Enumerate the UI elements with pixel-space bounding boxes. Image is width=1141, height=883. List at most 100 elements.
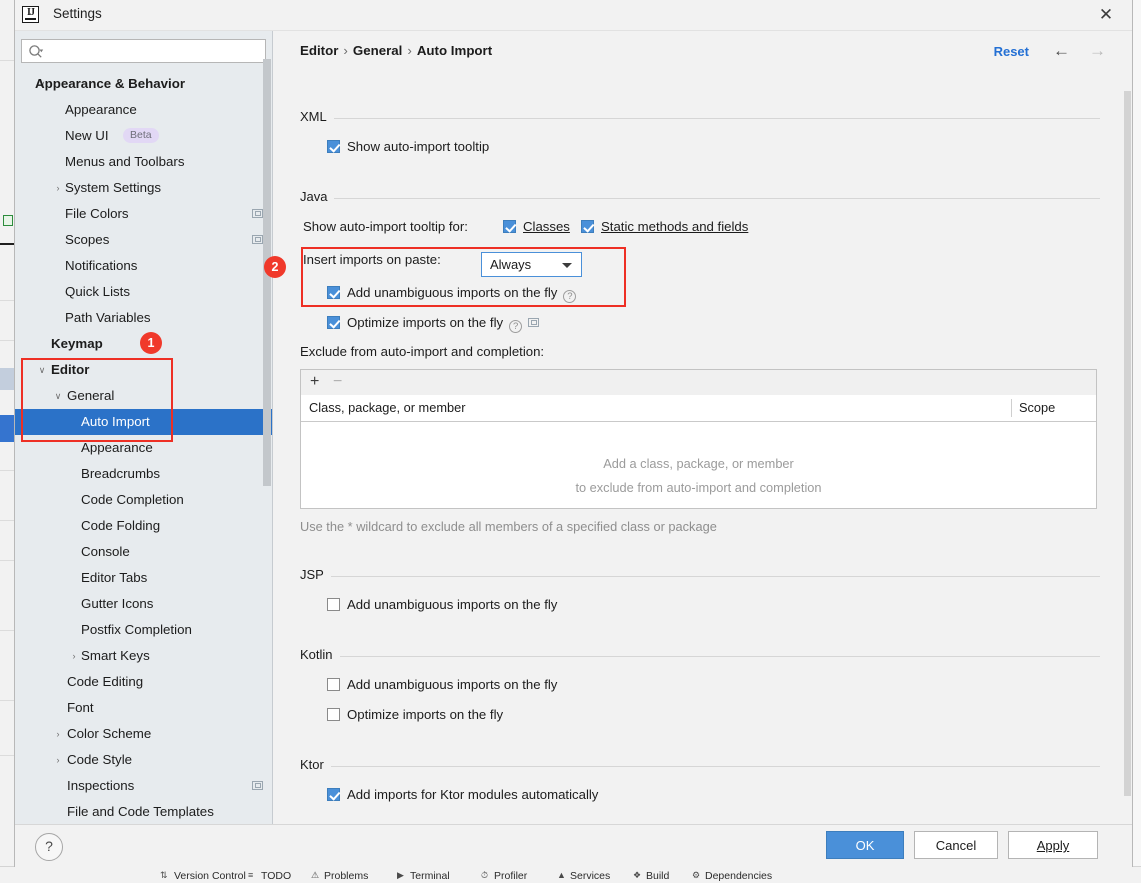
cancel-button[interactable]: Cancel: [914, 831, 998, 859]
checkbox-box[interactable]: [327, 598, 340, 611]
checkbox-ktor-add-imports[interactable]: Add imports for Ktor modules automatical…: [327, 787, 598, 802]
breadcrumb-separator: ›: [407, 43, 412, 58]
checkbox-kotlin-optimize[interactable]: Optimize imports on the fly: [327, 707, 503, 722]
ide-bottom-toolbar[interactable]: ⇅ Version Control ≡ TODO ⚠ Problems ▶ Te…: [0, 866, 1141, 883]
insert-imports-select[interactable]: Always: [481, 252, 582, 277]
content-scrollbar-thumb[interactable]: [1124, 91, 1131, 796]
sidebar-item-smart-keys[interactable]: › Smart Keys: [15, 643, 272, 669]
sidebar-item-label: Editor: [51, 362, 90, 377]
checkbox-box[interactable]: [327, 708, 340, 721]
ide-toolbar-item: Terminal: [410, 870, 450, 882]
settings-sync-icon[interactable]: [252, 209, 263, 218]
settings-tree[interactable]: ∨ Appearance & Behavior Appearance New UI Be…: [15, 71, 272, 824]
sidebar-item-label: Postfix Completion: [81, 622, 192, 637]
sidebar-item-code-folding[interactable]: Code Folding: [15, 513, 272, 539]
sidebar-item-editor-tabs[interactable]: Editor Tabs: [15, 565, 272, 591]
sidebar-item-color-scheme[interactable]: › Color Scheme: [15, 721, 272, 747]
chevron-right-icon[interactable]: ›: [51, 721, 65, 747]
ide-toolbar-item: Problems: [324, 870, 369, 882]
sidebar-item-appearance[interactable]: Appearance: [15, 435, 272, 461]
add-button[interactable]: +: [310, 373, 319, 391]
ok-button[interactable]: OK: [826, 831, 904, 859]
checkbox-java-static-methods[interactable]: Static methods and fields: [581, 219, 748, 234]
checkbox-kotlin-add-unambiguous[interactable]: Add unambiguous imports on the fly: [327, 677, 557, 692]
checkbox-jsp-add-unambiguous[interactable]: Add unambiguous imports on the fly: [327, 597, 557, 612]
exclude-table[interactable]: + − Class, package, or member Scope Add …: [300, 369, 1097, 509]
exclude-table-toolbar: + −: [301, 370, 1096, 396]
reset-link[interactable]: Reset: [994, 44, 1029, 59]
section-title-ktor: Ktor: [300, 757, 331, 772]
back-arrow-icon[interactable]: ←: [1053, 41, 1070, 61]
sidebar-item-code-editing[interactable]: Code Editing: [15, 669, 272, 695]
checkbox-java-optimize[interactable]: Optimize imports on the fly?: [327, 315, 540, 333]
sidebar-item-breadcrumbs[interactable]: Breadcrumbs: [15, 461, 272, 487]
settings-sync-icon[interactable]: [528, 318, 540, 327]
help-icon[interactable]: ?: [563, 290, 577, 303]
apply-button[interactable]: Apply: [1008, 831, 1098, 859]
help-button[interactable]: ?: [35, 833, 63, 861]
sidebar-item-new-ui[interactable]: New UI Beta: [15, 123, 272, 149]
checkbox-java-classes[interactable]: Classes: [503, 219, 570, 234]
settings-sync-icon[interactable]: [252, 235, 263, 244]
sidebar-item-label: Smart Keys: [81, 648, 150, 663]
checkbox-label: Add unambiguous imports on the fly: [347, 597, 558, 612]
sidebar-item-notifications[interactable]: Notifications: [15, 253, 272, 279]
settings-sync-icon[interactable]: [252, 781, 263, 790]
close-icon[interactable]: ✕: [1086, 0, 1126, 29]
sidebar-item-code-style[interactable]: › Code Style: [15, 747, 272, 773]
annotation-badge-1: 1: [140, 332, 162, 354]
sidebar-item-gutter-icons[interactable]: Gutter Icons: [15, 591, 272, 617]
sidebar-item-font[interactable]: Font: [15, 695, 272, 721]
forward-arrow-icon[interactable]: →: [1089, 41, 1106, 61]
search-box[interactable]: [21, 39, 266, 64]
chevron-right-icon[interactable]: ›: [51, 175, 65, 201]
sidebar-item-appearance-behavior[interactable]: ∨ Appearance & Behavior: [15, 71, 272, 97]
breadcrumb-editor[interactable]: Editor: [300, 43, 338, 58]
sidebar-item-label: Code Folding: [81, 518, 161, 533]
sidebar-item-label: Notifications: [65, 258, 138, 273]
sidebar-item-label: Appearance: [81, 440, 153, 455]
sidebar-item-inspections[interactable]: Inspections: [15, 773, 272, 799]
search-icon: [28, 44, 44, 60]
sidebar-item-general[interactable]: ∨ General: [15, 383, 272, 409]
checkbox-box[interactable]: [327, 678, 340, 691]
java-tooltip-for-label: Show auto-import tooltip for:: [303, 219, 468, 234]
sidebar-item-code-completion[interactable]: Code Completion: [15, 487, 272, 513]
breadcrumb-separator: ›: [343, 43, 348, 58]
sidebar-item-editor[interactable]: ∨ Editor: [15, 357, 272, 383]
content-scrollbar-track[interactable]: [1123, 31, 1132, 824]
checkbox-java-add-unambiguous[interactable]: Add unambiguous imports on the fly?: [327, 285, 577, 303]
chevron-down-icon[interactable]: ∨: [51, 383, 65, 409]
sidebar-item-console[interactable]: Console: [15, 539, 272, 565]
sidebar-item-label: Gutter Icons: [81, 596, 154, 611]
sidebar-item-label: Color Scheme: [67, 726, 152, 741]
checkbox-xml-show-tooltip[interactable]: Show auto-import tooltip: [327, 139, 489, 154]
exclude-block: Exclude from auto-import and completion:…: [300, 344, 1098, 534]
ide-toolbar-item: Profiler: [494, 870, 528, 882]
beta-badge: Beta: [123, 128, 159, 143]
sidebar-item-menus-and-toolbars[interactable]: Menus and Toolbars: [15, 149, 272, 175]
remove-button[interactable]: −: [333, 373, 342, 391]
section-divider: [300, 198, 1100, 199]
sidebar-item-system-settings[interactable]: › System Settings: [15, 175, 272, 201]
chevron-down-icon[interactable]: ∨: [35, 357, 49, 383]
sidebar-item-postfix-completion[interactable]: Postfix Completion: [15, 617, 272, 643]
checkbox-box[interactable]: [327, 286, 340, 299]
checkbox-box[interactable]: [503, 220, 516, 233]
checkbox-box[interactable]: [327, 788, 340, 801]
sidebar-item-scopes[interactable]: Scopes: [15, 227, 272, 253]
sidebar-item-path-variables[interactable]: Path Variables: [15, 305, 272, 331]
checkbox-box[interactable]: [581, 220, 594, 233]
sidebar-item-appearance[interactable]: Appearance: [15, 97, 272, 123]
sidebar-item-file-and-code-templates[interactable]: File and Code Templates: [15, 799, 272, 824]
sidebar-item-file-colors[interactable]: File Colors: [15, 201, 272, 227]
sidebar-item-auto-import[interactable]: Auto Import: [15, 409, 272, 435]
checkbox-box[interactable]: [327, 316, 340, 329]
sidebar-item-quick-lists[interactable]: Quick Lists: [15, 279, 272, 305]
breadcrumb-general[interactable]: General: [353, 43, 403, 58]
help-icon[interactable]: ?: [509, 320, 523, 333]
chevron-right-icon[interactable]: ›: [51, 747, 65, 773]
checkbox-box[interactable]: [327, 140, 340, 153]
search-input[interactable]: [48, 40, 264, 64]
chevron-right-icon[interactable]: ›: [67, 643, 81, 669]
